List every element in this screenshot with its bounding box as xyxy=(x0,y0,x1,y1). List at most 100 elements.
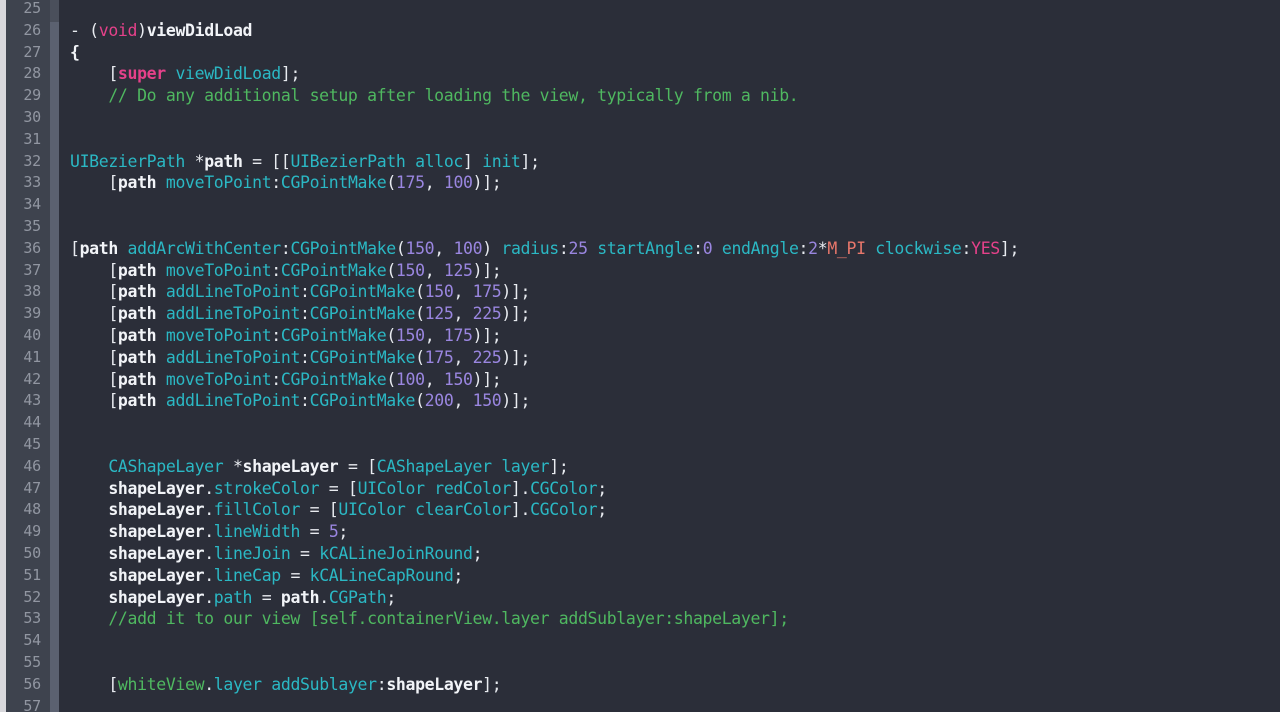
line-number[interactable]: 55 xyxy=(6,652,50,674)
code-token: // Do any additional setup after loading… xyxy=(70,86,799,106)
code-token: 150 xyxy=(424,282,454,302)
code-line[interactable]: [path addLineToPoint:CGPointMake(150, 17… xyxy=(70,281,1280,303)
line-number[interactable]: 53 xyxy=(6,608,50,630)
line-number[interactable]: 40 xyxy=(6,325,50,347)
code-editor[interactable]: 25 26 27 28 29 30 31 32 33 34 35 36 37 38 39 40 41 42 43 44… xyxy=(0,0,1280,712)
code-token: 150 xyxy=(443,369,473,389)
line-number[interactable]: 57 xyxy=(6,696,50,712)
line-number[interactable]: 34 xyxy=(6,194,50,216)
line-number[interactable]: 30 xyxy=(6,107,50,129)
code-token: path xyxy=(280,587,320,607)
code-line[interactable]: [path moveToPoint:CGPointMake(150, 175)]… xyxy=(70,325,1280,347)
line-number[interactable]: 46 xyxy=(6,456,50,478)
line-number[interactable]: 42 xyxy=(6,369,50,391)
code-token: 25 xyxy=(568,238,588,258)
code-token: CGPointMake xyxy=(280,173,387,193)
code-token: CGColor xyxy=(530,500,598,520)
line-number[interactable]: 44 xyxy=(6,412,50,434)
code-token: : xyxy=(271,260,281,280)
code-token: strokeColor xyxy=(213,478,320,498)
code-token: 100 xyxy=(443,173,473,193)
line-number[interactable]: 48 xyxy=(6,499,50,521)
code-token: ]; xyxy=(549,456,569,476)
code-token: kCALineCapRound xyxy=(309,565,454,585)
line-number[interactable]: 35 xyxy=(6,216,50,238)
code-token: . xyxy=(204,478,214,498)
code-line[interactable] xyxy=(70,652,1280,674)
code-line[interactable]: shapeLayer.lineCap = kCALineCapRound; xyxy=(70,565,1280,587)
code-token: . xyxy=(319,587,329,607)
code-token: CGPointMake xyxy=(309,391,416,411)
code-line[interactable] xyxy=(70,216,1280,238)
code-line[interactable]: { xyxy=(70,42,1280,64)
code-token: [ xyxy=(70,173,118,193)
line-number[interactable]: 32 xyxy=(6,151,50,173)
line-number[interactable]: 38 xyxy=(6,281,50,303)
code-line[interactable]: // Do any additional setup after loading… xyxy=(70,85,1280,107)
code-line[interactable]: [path moveToPoint:CGPointMake(175, 100)]… xyxy=(70,172,1280,194)
line-number[interactable]: 31 xyxy=(6,129,50,151)
code-line[interactable]: shapeLayer.strokeColor = [UIColor redCol… xyxy=(70,478,1280,500)
line-number[interactable]: 33 xyxy=(6,172,50,194)
code-line[interactable]: [path moveToPoint:CGPointMake(150, 125)]… xyxy=(70,260,1280,282)
code-line[interactable]: [path moveToPoint:CGPointMake(100, 150)]… xyxy=(70,369,1280,391)
code-line[interactable] xyxy=(70,412,1280,434)
code-line[interactable]: [path addLineToPoint:CGPointMake(200, 15… xyxy=(70,390,1280,412)
code-line[interactable]: [path addArcWithCenter:CGPointMake(150, … xyxy=(70,238,1280,260)
code-line[interactable]: [whiteView.layer addSublayer:shapeLayer]… xyxy=(70,674,1280,696)
line-number[interactable]: 51 xyxy=(6,565,50,587)
code-line[interactable]: shapeLayer.lineWidth = 5; xyxy=(70,521,1280,543)
code-token: ; xyxy=(597,478,607,498)
code-token: shapeLayer xyxy=(242,456,339,476)
code-line[interactable] xyxy=(70,129,1280,151)
line-number[interactable]: 45 xyxy=(6,434,50,456)
code-line[interactable]: CAShapeLayer *shapeLayer = [CAShapeLayer… xyxy=(70,456,1280,478)
code-line[interactable]: [super viewDidLoad]; xyxy=(70,63,1280,85)
code-token: path xyxy=(117,282,157,302)
line-number[interactable]: 26 xyxy=(6,20,50,42)
code-line[interactable]: shapeLayer.lineJoin = kCALineJoinRound; xyxy=(70,543,1280,565)
code-line[interactable] xyxy=(70,696,1280,712)
code-token: , xyxy=(434,238,454,258)
code-token: )]; xyxy=(472,369,502,389)
code-line[interactable] xyxy=(70,0,1280,20)
line-number[interactable]: 37 xyxy=(6,260,50,282)
line-number[interactable]: 56 xyxy=(6,674,50,696)
line-number[interactable]: 36 xyxy=(6,238,50,260)
code-line[interactable]: shapeLayer.path = path.CGPath; xyxy=(70,587,1280,609)
code-line[interactable]: UIBezierPath *path = [[UIBezierPath allo… xyxy=(70,151,1280,173)
code-fold-indicator-bar[interactable] xyxy=(50,22,59,712)
line-number[interactable]: 54 xyxy=(6,630,50,652)
code-line[interactable]: shapeLayer.fillColor = [UIColor clearCol… xyxy=(70,499,1280,521)
code-token: 150 xyxy=(472,391,502,411)
code-token: * xyxy=(817,238,828,258)
line-number[interactable]: 43 xyxy=(6,390,50,412)
line-number[interactable]: 50 xyxy=(6,543,50,565)
line-number[interactable]: 49 xyxy=(6,521,50,543)
line-number[interactable]: 52 xyxy=(6,587,50,609)
code-line[interactable]: [path addLineToPoint:CGPointMake(125, 22… xyxy=(70,303,1280,325)
line-number[interactable]: 47 xyxy=(6,478,50,500)
code-line[interactable] xyxy=(70,107,1280,129)
line-number-gutter[interactable]: 25 26 27 28 29 30 31 32 33 34 35 36 37 38 39 40 41 42 43 44… xyxy=(6,0,50,712)
code-line[interactable] xyxy=(70,194,1280,216)
code-line[interactable]: //add it to our view [self.containerView… xyxy=(70,608,1280,630)
code-token: shapeLayer xyxy=(108,478,205,498)
line-number[interactable]: 25 xyxy=(6,0,50,20)
line-number[interactable]: 28 xyxy=(6,63,50,85)
code-line[interactable]: - (void)viewDidLoad xyxy=(70,20,1280,42)
line-number[interactable]: 27 xyxy=(6,42,50,64)
code-line[interactable]: [path addLineToPoint:CGPointMake(175, 22… xyxy=(70,347,1280,369)
code-token: CGPointMake xyxy=(309,282,416,302)
code-line[interactable] xyxy=(70,434,1280,456)
line-number[interactable]: 39 xyxy=(6,303,50,325)
line-number[interactable]: 41 xyxy=(6,347,50,369)
code-line[interactable] xyxy=(70,630,1280,652)
code-surface[interactable]: - (void)viewDidLoad{ [super viewDidLoad]… xyxy=(59,0,1280,712)
line-number[interactable]: 29 xyxy=(6,85,50,107)
code-lines[interactable]: - (void)viewDidLoad{ [super viewDidLoad]… xyxy=(59,0,1280,712)
